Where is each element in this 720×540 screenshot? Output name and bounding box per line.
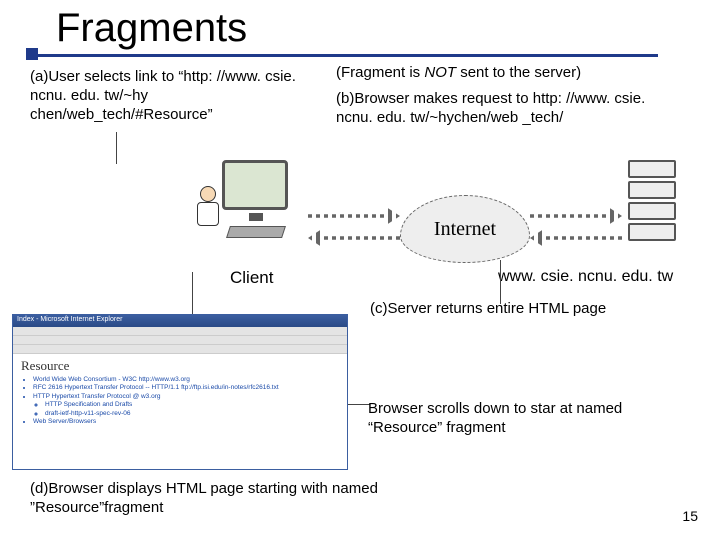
step-a-text: (a)User selects link to “http: //www. cs… (30, 68, 310, 124)
step-c-text: (c)Server returns entire HTML page (370, 300, 606, 317)
browser-titlebar: Index - Microsoft Internet Explorer (13, 315, 347, 327)
browser-toolbar (13, 336, 347, 345)
client-label: Client (230, 268, 273, 288)
page-link: draft-ietf-http-v11-spec-rev-06 (45, 410, 339, 418)
connector-line (348, 404, 370, 405)
title-bullet (26, 48, 38, 60)
page-link: World Wide Web Consortium - W3C http://w… (33, 376, 339, 384)
client-computer-illustration (194, 160, 304, 260)
browser-page-body: Resource World Wide Web Consortium - W3C… (13, 354, 347, 431)
monitor-icon (222, 160, 288, 210)
internet-cloud: Internet (400, 195, 530, 263)
server-hostname-label: www. csie. ncnu. edu. tw (498, 268, 673, 286)
fragment-note-em: NOT (424, 64, 456, 81)
page-link: HTTP Specification and Drafts (45, 401, 339, 409)
page-link: HTTP Hypertext Transfer Protocol @ w3.or… (33, 393, 339, 418)
browser-menubar (13, 327, 347, 336)
page-link: RFC 2616 Hypertext Transfer Protocol -- … (33, 384, 339, 392)
page-heading: Resource (21, 358, 339, 374)
fragment-note-suffix: sent to the server) (456, 64, 581, 81)
server-unit-icon (628, 181, 676, 199)
page-link: Web Server/Browsers (33, 418, 339, 426)
server-unit-icon (628, 160, 676, 178)
fragment-note-prefix: (Fragment is (336, 64, 424, 81)
person-icon (192, 186, 228, 234)
title-underline (38, 54, 658, 57)
browser-addressbar (13, 345, 347, 354)
browser-screenshot-mock: Index - Microsoft Internet Explorer Reso… (12, 314, 348, 470)
connector-line (192, 272, 193, 314)
server-illustration (628, 160, 688, 250)
step-d-text: (d)Browser displays HTML page starting w… (30, 480, 390, 518)
server-unit-icon (628, 223, 676, 241)
slide-title: Fragments (56, 6, 247, 51)
scroll-note-text: Browser scrolls down to star at named “R… (368, 400, 678, 438)
internet-label: Internet (434, 218, 496, 241)
step-b-text: (b)Browser makes request to http: //www.… (336, 90, 656, 128)
connector-line (116, 132, 117, 164)
connector-line (500, 260, 501, 304)
slide-number: 15 (682, 508, 698, 524)
server-unit-icon (628, 202, 676, 220)
fragment-note: (Fragment is NOT sent to the server) (336, 64, 581, 81)
keyboard-icon (226, 226, 286, 238)
